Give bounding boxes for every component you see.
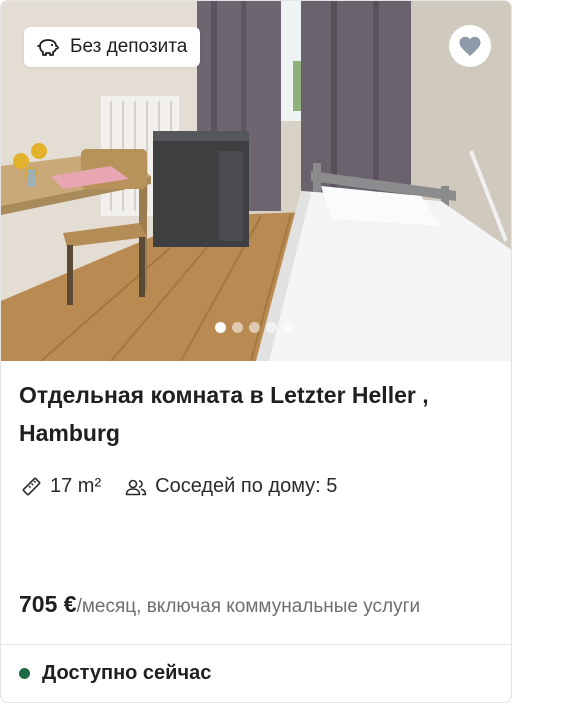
flatmates-info: Соседей по дому: 5 <box>125 475 337 498</box>
piggy-bank-icon <box>37 39 59 56</box>
price-row: 705 €/месяц, включая коммунальные услуги <box>19 591 420 618</box>
listing-card[interactable]: Без депозита Отдельная комната в Letzter… <box>0 0 512 703</box>
photo-dot-3[interactable] <box>249 322 260 333</box>
price-amount: 705 € <box>19 591 77 617</box>
photo-dot-2[interactable] <box>232 322 243 333</box>
badge-label: Без депозита <box>70 36 188 57</box>
availability-status: Доступно сейчас <box>19 662 211 685</box>
listing-title[interactable]: Отдельная комната в Letzter Heller , Ham… <box>19 376 489 452</box>
availability-dot <box>19 668 30 679</box>
area-text: 17 m² <box>50 475 102 497</box>
flatmates-text: Соседей по дому: 5 <box>155 475 338 497</box>
availability-text: Доступно сейчас <box>42 662 212 684</box>
favorite-button[interactable] <box>449 25 491 67</box>
listing-photo[interactable]: Без депозита <box>1 1 511 361</box>
people-icon <box>125 479 147 495</box>
ruler-icon <box>22 477 41 496</box>
photo-dot-4[interactable] <box>266 322 277 333</box>
photo-dot-1[interactable] <box>215 322 226 333</box>
listing-meta: 17 m² Соседей по дому: 5 <box>21 475 337 498</box>
photo-dot-5[interactable] <box>283 322 294 333</box>
area-info: 17 m² <box>21 475 101 498</box>
price-suffix: /месяц, включая коммунальные услуги <box>76 596 421 617</box>
divider <box>1 644 511 645</box>
no-deposit-badge: Без депозита <box>24 27 201 67</box>
heart-icon <box>459 36 481 56</box>
photo-pagination <box>215 322 294 333</box>
